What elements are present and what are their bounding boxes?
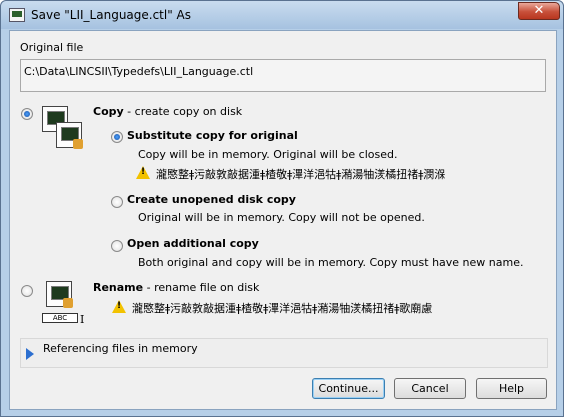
original-file-path: C:\Data\LINCSII\Typedefs\LII_Language.ct… — [24, 65, 254, 78]
text-cursor-icon: I — [80, 313, 85, 326]
original-file-label: Original file — [20, 41, 84, 54]
title-bar[interactable]: Save "LII_Language.ctl" As ✕ — [1, 1, 563, 29]
copy-title: Copy — [93, 105, 124, 118]
unopened-copy-desc: Original will be in memory. Copy will no… — [138, 211, 425, 224]
rename-warning: 瀧愍整ǂ污敲敦敲据湩ǂ楂敬ǂ滭洋浥牯ǂ潲湯牰湵橘扭禇ǂ歌廟慮 — [132, 302, 433, 315]
rename-radio[interactable] — [21, 285, 33, 297]
original-file-path-field: C:\Data\LINCSII\Typedefs\LII_Language.ct… — [20, 59, 546, 92]
copy-desc: - create copy on disk — [123, 105, 243, 118]
additional-copy-title[interactable]: Open additional copy — [127, 237, 259, 250]
rename-option: Rename - rename file on disk — [93, 281, 259, 294]
expand-arrow-icon[interactable] — [26, 348, 34, 360]
help-button[interactable]: Help — [476, 378, 547, 399]
copy-radio[interactable] — [21, 108, 33, 120]
copy-option: Copy - create copy on disk — [93, 105, 242, 118]
labview-icon — [9, 8, 25, 22]
substitute-warning: 瀧愍整ǂ污敲敦敲据湩ǂ楂敬ǂ滭洋浥牯ǂ潲湯牰湵橘扭禇ǂ潣湺 — [156, 168, 446, 181]
dialog-window: Save "LII_Language.ctl" As ✕ Original fi… — [0, 0, 564, 417]
window-title: Save "LII_Language.ctl" As — [31, 8, 192, 22]
additional-copy-desc: Both original and copy will be in memory… — [138, 256, 524, 269]
referencing-files-label: Referencing files in memory — [43, 342, 198, 355]
continue-button[interactable]: Continue... — [312, 378, 385, 399]
cancel-button[interactable]: Cancel — [394, 378, 466, 399]
rename-title: Rename — [93, 281, 144, 294]
referencing-files-section[interactable]: Referencing files in memory — [20, 338, 548, 368]
substitute-desc: Copy will be in memory. Original will be… — [138, 148, 398, 161]
unopened-copy-radio[interactable] — [111, 196, 123, 208]
unopened-copy-title[interactable]: Create unopened disk copy — [127, 193, 296, 206]
rename-desc: - rename file on disk — [143, 281, 260, 294]
rename-text-icon: ABC — [42, 313, 78, 323]
substitute-title[interactable]: Substitute copy for original — [127, 129, 298, 142]
close-button[interactable]: ✕ — [518, 2, 560, 20]
additional-copy-radio[interactable] — [111, 240, 123, 252]
substitute-radio[interactable] — [111, 131, 123, 143]
vi-rename-icon — [46, 281, 73, 308]
vi-copy-icon-secondary — [56, 122, 83, 149]
dialog-content: Original file C:\Data\LINCSII\Typedefs\L… — [9, 30, 557, 410]
